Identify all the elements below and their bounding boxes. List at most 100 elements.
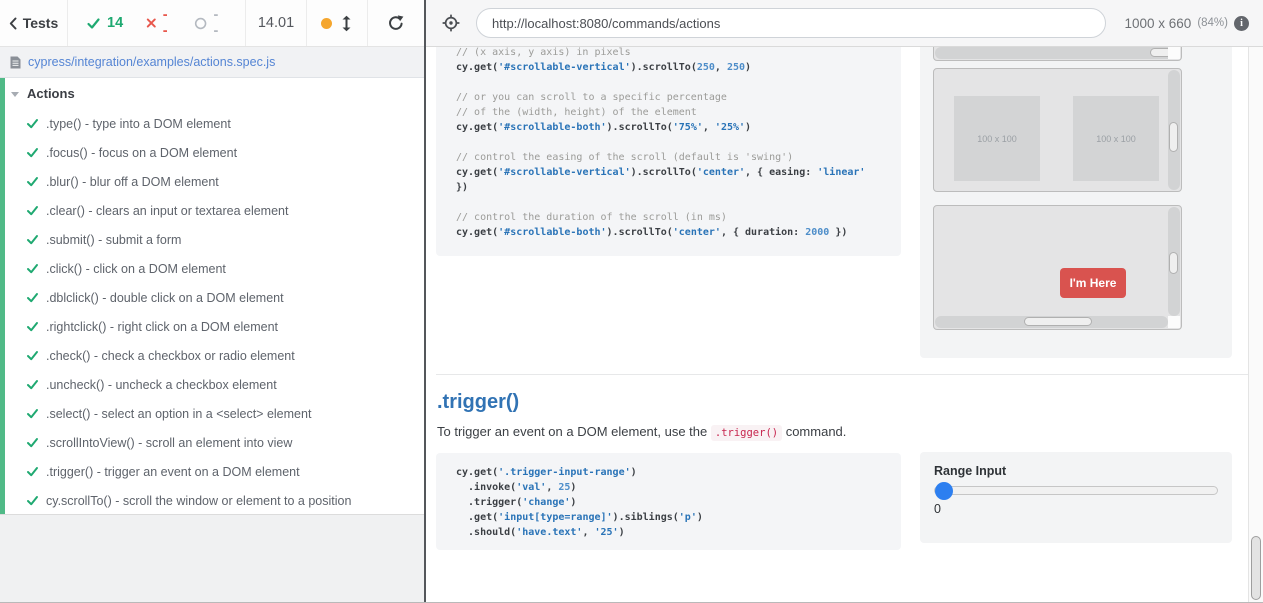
- test-passed-icon: [26, 262, 39, 275]
- test-item[interactable]: .scrollIntoView() - scroll an element in…: [0, 428, 424, 457]
- test-label: .dblclick() - double click on a DOM elem…: [46, 291, 284, 305]
- reporter-footer-area: [0, 515, 424, 602]
- vertical-scrollbar[interactable]: [1168, 70, 1180, 190]
- viewport-scale: (84%): [1197, 17, 1228, 29]
- test-label: .click() - click on a DOM element: [46, 262, 226, 276]
- scrollbar-corner: [1168, 47, 1180, 59]
- test-label: .clear() - clears an input or textarea e…: [46, 204, 288, 218]
- test-item[interactable]: .clear() - clears an input or textarea e…: [0, 196, 424, 225]
- browser-header: 1000 x 660 (84%) i: [426, 0, 1263, 47]
- im-here-button[interactable]: I'm Here: [1060, 268, 1126, 298]
- test-item[interactable]: cy.scrollTo() - scroll the window or ele…: [0, 486, 424, 515]
- test-item[interactable]: .check() - check a checkbox or radio ele…: [0, 341, 424, 370]
- scrollable-horizontal-box: [933, 47, 1182, 61]
- scrollbar-corner: [1168, 316, 1180, 328]
- test-stats: 14 -- --: [68, 0, 246, 46]
- refresh-segment: [368, 0, 424, 46]
- page-scrollbar[interactable]: [1248, 47, 1263, 603]
- test-label: .submit() - submit a form: [46, 233, 181, 247]
- test-label: .scrollIntoView() - scroll an element in…: [46, 436, 292, 450]
- file-icon: [10, 56, 21, 69]
- suite-actions[interactable]: Actions: [0, 78, 424, 109]
- selector-playground-button[interactable]: [440, 12, 462, 34]
- description-text: To trigger an event on a DOM element, us…: [437, 424, 711, 439]
- test-item[interactable]: .blur() - blur off a DOM element: [0, 167, 424, 196]
- cypress-test-runner: Tests 14 -- -- 14.01: [0, 0, 1263, 603]
- test-list: .type() - type into a DOM element.focus(…: [0, 109, 424, 515]
- scrollable-vertical-box: 100 x 100 100 x 100: [933, 68, 1182, 192]
- slider-thumb[interactable]: [935, 482, 953, 500]
- description-text: command.: [782, 424, 846, 439]
- trigger-code-block: cy.get('.trigger-input-range') .invoke('…: [436, 453, 901, 550]
- page-scrollbar-thumb[interactable]: [1251, 536, 1261, 600]
- section-divider: [436, 374, 1249, 375]
- pending-count: --: [213, 7, 222, 39]
- test-passed-icon: [26, 146, 39, 159]
- test-label: .trigger() - trigger an event on a DOM e…: [46, 465, 300, 479]
- horizontal-scrollbar[interactable]: [935, 316, 1168, 328]
- test-item[interactable]: .type() - type into a DOM element: [0, 109, 424, 138]
- stat-pending: --: [194, 7, 222, 39]
- up-down-arrow-icon: [341, 15, 352, 32]
- test-item[interactable]: .trigger() - trigger an event on a DOM e…: [0, 457, 424, 486]
- url-input[interactable]: [476, 8, 1106, 38]
- crosshair-icon: [442, 14, 460, 32]
- reporter-header: Tests 14 -- -- 14.01: [0, 0, 424, 47]
- auto-scroll-toggle[interactable]: [339, 13, 354, 34]
- test-item[interactable]: .focus() - focus on a DOM element: [0, 138, 424, 167]
- status-dot-icon: [321, 18, 332, 29]
- test-passed-icon: [26, 204, 39, 217]
- test-label: .blur() - blur off a DOM element: [46, 175, 219, 189]
- check-icon: [86, 16, 101, 31]
- test-item[interactable]: .click() - click on a DOM element: [0, 254, 424, 283]
- scrollable-both-box: I'm Here: [933, 205, 1182, 330]
- test-label: .rightclick() - right click on a DOM ele…: [46, 320, 278, 334]
- test-passed-icon: [26, 407, 39, 420]
- test-item[interactable]: .rightclick() - right click on a DOM ele…: [0, 312, 424, 341]
- suite-pass-indicator-bar: [0, 78, 5, 514]
- range-demo-panel: Range Input 0: [920, 452, 1232, 543]
- back-to-tests-button[interactable]: Tests: [0, 0, 68, 46]
- run-duration: 14.01: [246, 0, 307, 46]
- range-input-label: Range Input: [934, 464, 1218, 478]
- test-label: .check() - check a checkbox or radio ele…: [46, 349, 295, 363]
- placeholder-image: 100 x 100: [1073, 96, 1159, 181]
- info-icon[interactable]: i: [1234, 16, 1249, 31]
- scrollto-code-block: // (x axis, y axis) in pixelscy.get('#sc…: [436, 47, 901, 256]
- test-passed-icon: [26, 175, 39, 188]
- test-passed-icon: [26, 436, 39, 449]
- stat-failed: --: [146, 7, 171, 39]
- test-passed-icon: [26, 291, 39, 304]
- runnables-list: Actions .type() - type into a DOM elemen…: [0, 78, 424, 515]
- caret-down-icon: [11, 92, 19, 97]
- test-passed-icon: [26, 465, 39, 478]
- test-item[interactable]: .submit() - submit a form: [0, 225, 424, 254]
- trigger-section-heading: .trigger(): [437, 391, 519, 414]
- tests-label: Tests: [23, 15, 59, 31]
- spec-path-link[interactable]: cypress/integration/examples/actions.spe…: [28, 55, 275, 69]
- inline-code-trigger: .trigger(): [711, 425, 782, 441]
- test-item[interactable]: .select() - select an option in a <selec…: [0, 399, 424, 428]
- autoscroll-controls: [307, 0, 368, 46]
- scroll-demo-panel: 100 x 100 100 x 100 I'm Here: [920, 47, 1232, 358]
- test-label: .select() - select an option in a <selec…: [46, 407, 311, 421]
- passed-count: 14: [107, 15, 123, 31]
- reporter-sidebar: Tests 14 -- -- 14.01: [0, 0, 424, 603]
- vertical-scrollbar[interactable]: [1168, 207, 1180, 316]
- app-under-test: // (x axis, y axis) in pixelscy.get('#sc…: [426, 47, 1263, 603]
- test-passed-icon: [26, 349, 39, 362]
- scrollbar-thumb[interactable]: [1169, 122, 1178, 152]
- failed-count: --: [163, 7, 172, 39]
- test-passed-icon: [26, 378, 39, 391]
- range-value: 0: [934, 502, 1218, 516]
- scrollbar-thumb[interactable]: [1169, 252, 1178, 274]
- test-item[interactable]: .uncheck() - uncheck a checkbox element: [0, 370, 424, 399]
- test-passed-icon: [26, 117, 39, 130]
- refresh-button[interactable]: [385, 12, 407, 34]
- placeholder-image: 100 x 100: [954, 96, 1040, 181]
- viewport-size: 1000 x 660: [1125, 16, 1192, 31]
- range-input-slider[interactable]: [934, 486, 1218, 495]
- horizontal-scrollbar[interactable]: [935, 47, 1180, 59]
- test-item[interactable]: .dblclick() - double click on a DOM elem…: [0, 283, 424, 312]
- scrollbar-thumb[interactable]: [1024, 317, 1092, 326]
